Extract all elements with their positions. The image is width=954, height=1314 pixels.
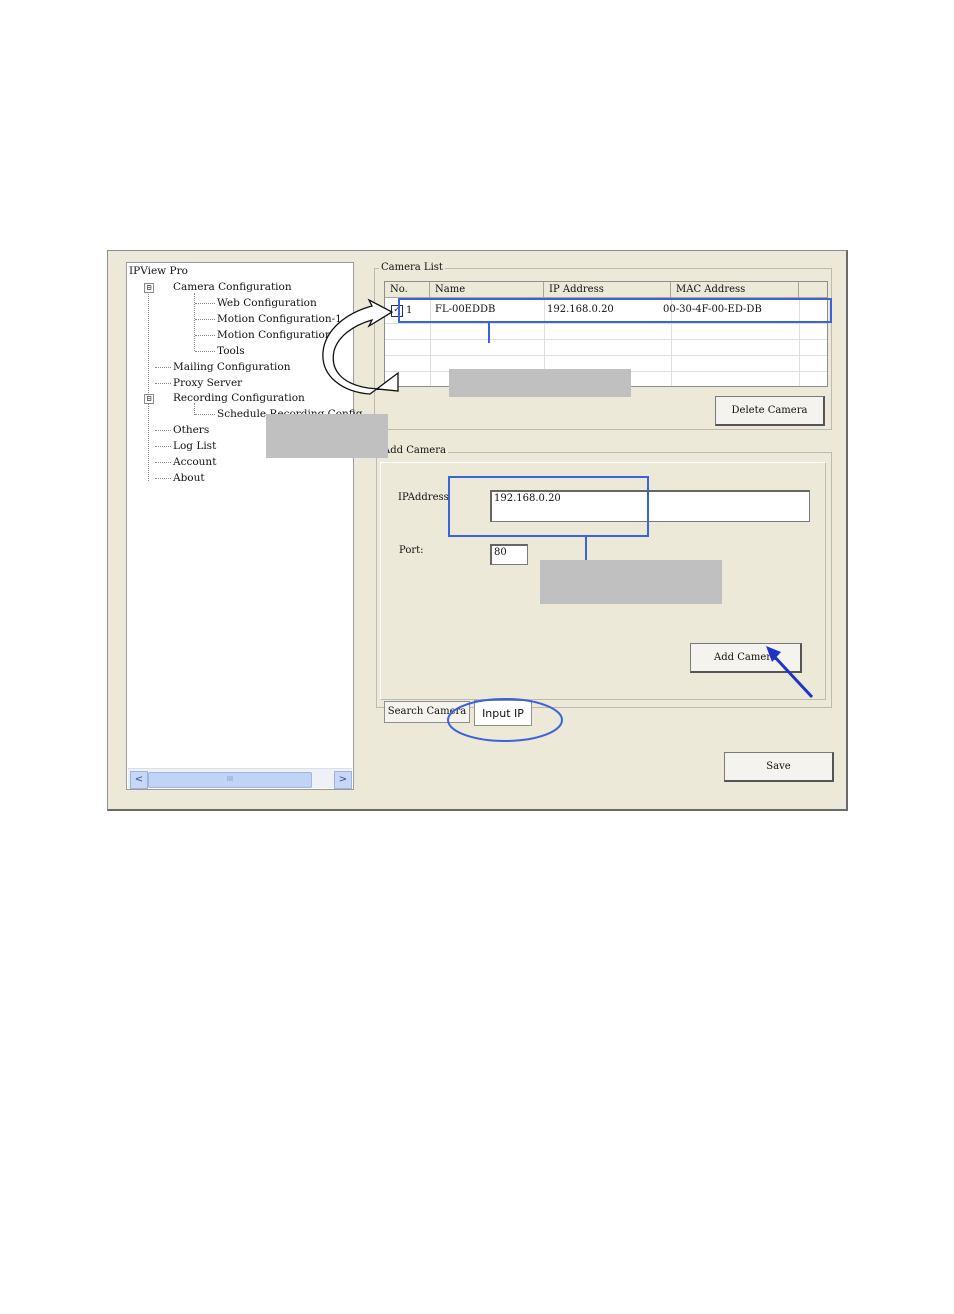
curved-arrow-icon [322,298,399,395]
arrow-line [770,652,814,699]
annotation-overlay [322,298,814,742]
input-ip-tab-circle [447,698,563,742]
